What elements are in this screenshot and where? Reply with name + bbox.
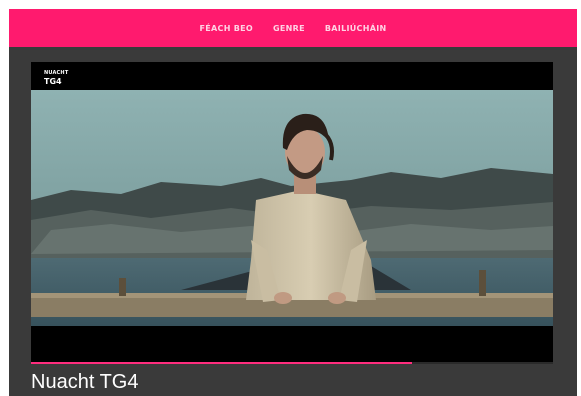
video-progress-fill <box>31 362 413 364</box>
nav-item-bailiuchain[interactable]: BAILIÚCHÁIN <box>325 24 387 33</box>
video-frame[interactable] <box>31 90 553 326</box>
channel-logo: NUACHT TG4 <box>44 70 72 90</box>
video-progress-bar[interactable] <box>31 362 553 364</box>
page-frame: FÉACH BEO GENRE BAILIÚCHÁIN NUACHT TG4 N… <box>9 9 577 396</box>
video-scene-image <box>31 90 553 326</box>
video-player[interactable]: NUACHT TG4 <box>31 62 553 364</box>
nav-item-feach-beo[interactable]: FÉACH BEO <box>200 24 254 33</box>
top-navbar: FÉACH BEO GENRE BAILIÚCHÁIN <box>9 9 577 47</box>
logo-line1: NUACHT <box>44 70 69 76</box>
page-title: Nuacht TG4 <box>31 371 139 393</box>
nav-item-genre[interactable]: GENRE <box>273 24 305 33</box>
logo-line2: TG4 <box>44 77 62 86</box>
